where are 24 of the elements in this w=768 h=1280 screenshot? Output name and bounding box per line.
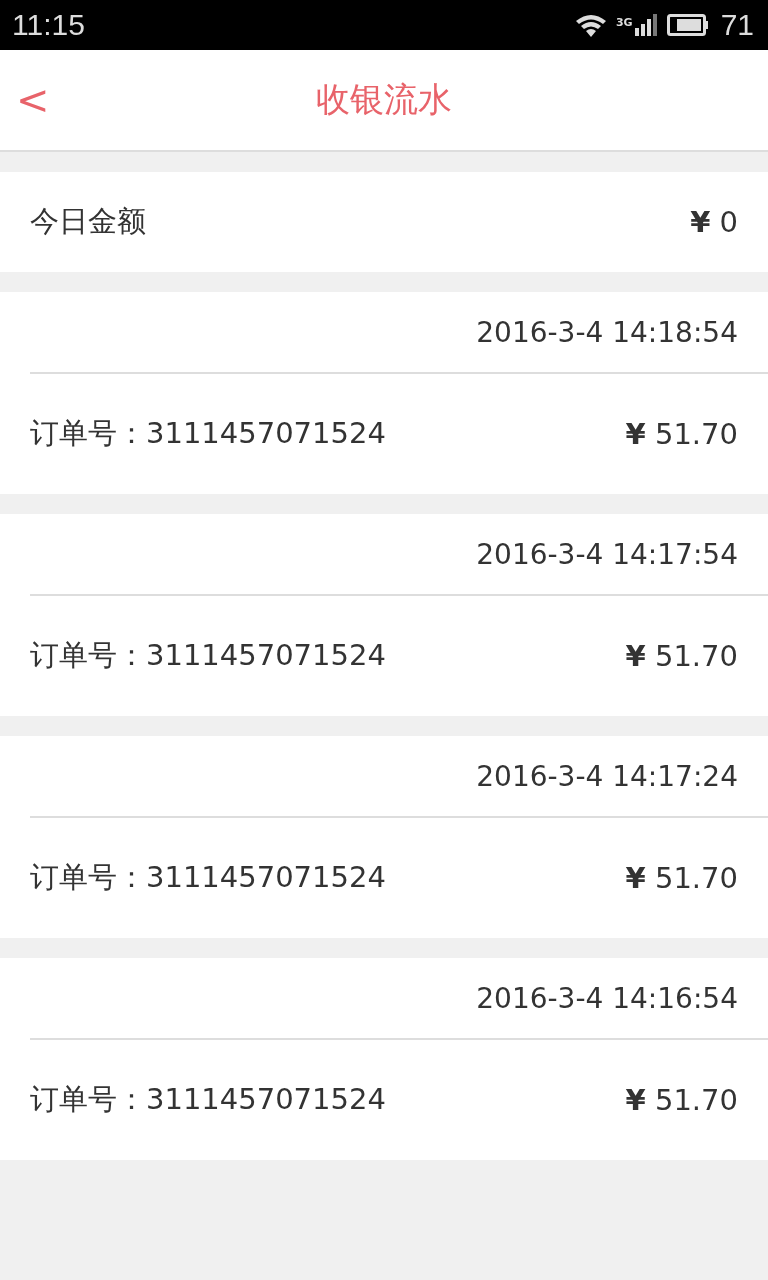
order-card[interactable]: 2016-3-4 14:18:54 订单号：3111457071524 ¥ 51.70 (0, 292, 768, 494)
order-card[interactable]: 2016-3-4 14:17:54 订单号：3111457071524 ¥ 51.70 (0, 514, 768, 716)
page-title: 收银流水 (316, 78, 452, 121)
order-time: 2016-3-4 14:16:54 (476, 981, 738, 1015)
order-amount: ¥ 51.70 (625, 1083, 738, 1117)
signal-icon (634, 14, 659, 36)
order-number: 订单号：3111457071524 (30, 859, 386, 896)
order-amount: ¥ 51.70 (625, 639, 738, 673)
order-amount: ¥ 51.70 (625, 417, 738, 451)
order-time: 2016-3-4 14:17:24 (476, 759, 738, 793)
order-time: 2016-3-4 14:17:54 (476, 537, 738, 571)
battery-percent: 71 (720, 8, 754, 42)
today-label: 今日金额 (30, 203, 146, 240)
order-card[interactable]: 2016-3-4 14:16:54 订单号：3111457071524 ¥ 51.70 (0, 958, 768, 1160)
battery-icon (666, 13, 709, 37)
order-number: 订单号：3111457071524 (30, 637, 386, 674)
order-card[interactable]: 2016-3-4 14:17:24 订单号：3111457071524 ¥ 51.70 (0, 736, 768, 938)
order-time: 2016-3-4 14:18:54 (476, 315, 738, 349)
order-number: 订单号：3111457071524 (30, 1081, 386, 1118)
status-time: 11:15 (12, 8, 85, 42)
today-amount: ¥ 0 (690, 205, 738, 239)
order-amount: ¥ 51.70 (625, 861, 738, 895)
network-label: 3G (615, 16, 633, 29)
order-number: 订单号：3111457071524 (30, 415, 386, 452)
